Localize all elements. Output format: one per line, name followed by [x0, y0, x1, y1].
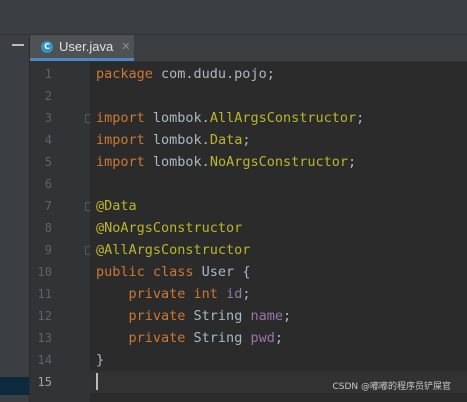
code-line: @AllArgsConstructor — [96, 239, 250, 261]
line-number: 4 — [44, 133, 52, 147]
line-number: 11 — [37, 287, 52, 301]
code-token: @NoArgsConstructor — [96, 220, 243, 236]
line-number: 2 — [44, 89, 52, 103]
line-number: 1 — [44, 67, 52, 81]
code-token: private int — [128, 286, 218, 302]
selected-tree-row[interactable] — [0, 377, 29, 395]
code-line: @Data — [96, 195, 137, 217]
code-token: lombok. — [144, 110, 210, 126]
window-top-bar — [0, 0, 467, 35]
text-caret — [96, 373, 98, 390]
code-token: com.dudu.pojo; — [152, 66, 275, 82]
code-token: ; — [242, 286, 251, 302]
code-line: public class User { — [96, 261, 250, 283]
code-token: pwd — [250, 330, 275, 346]
line-number: 10 — [37, 265, 52, 279]
line-number: 13 — [37, 331, 52, 345]
line-number: 12 — [37, 309, 52, 323]
line-number: 14 — [37, 353, 52, 367]
code-token: private — [128, 308, 186, 324]
code-token: ; — [347, 154, 357, 170]
tab-user-java[interactable]: C User.java ✕ — [30, 35, 134, 61]
code-token: @Data — [96, 198, 137, 214]
tool-window-strip — [0, 35, 30, 402]
line-number: 7 — [44, 199, 52, 213]
code-token: NoArgsConstructor — [209, 154, 348, 170]
code-token: Data — [209, 132, 243, 148]
code-token: name — [250, 308, 283, 324]
code-token: import — [96, 132, 145, 148]
code-line: import lombok.Data; — [96, 129, 250, 151]
code-line: import lombok.NoArgsConstructor; — [96, 151, 356, 173]
code-token: lombok. — [144, 154, 210, 170]
close-icon[interactable]: ✕ — [121, 40, 130, 53]
line-number: 3 — [44, 111, 52, 125]
line-number: 6 — [44, 177, 52, 191]
code-token: ; — [356, 110, 365, 126]
code-line: private String name; — [96, 305, 292, 327]
code-line: private String pwd; — [96, 327, 283, 349]
code-token: package — [96, 66, 153, 82]
code-token: String — [185, 330, 251, 346]
code-token: User { — [193, 264, 251, 280]
code-token: } — [96, 352, 105, 368]
code-line: private int id; — [96, 283, 251, 305]
code-editor[interactable]: package com.dudu.pojo; import lombok.AllA… — [90, 62, 467, 402]
editor-tab-bar: C User.java ✕ — [30, 35, 467, 62]
line-number-gutter[interactable]: 1 2 3 4 5 6 7 8 9 10 11 12 13 14 15 — [30, 62, 92, 402]
code-line: import lombok.AllArgsConstructor; — [96, 107, 364, 129]
minimize-icon[interactable] — [12, 44, 24, 46]
code-token: ; — [282, 308, 292, 324]
code-token: String — [185, 308, 251, 324]
line-number: 9 — [44, 243, 52, 257]
tab-label: User.java — [59, 39, 114, 54]
code-token: AllArgsConstructor — [209, 110, 357, 126]
line-number: 5 — [44, 155, 52, 169]
code-token: private — [128, 330, 186, 346]
code-token: import — [96, 110, 145, 126]
code-token: @AllArgsConstructor — [96, 242, 251, 258]
code-token: ; — [242, 132, 251, 148]
code-line: } — [96, 349, 104, 371]
code-line: @NoArgsConstructor — [96, 217, 242, 239]
line-number: 8 — [44, 221, 52, 235]
code-token: import — [96, 154, 145, 170]
code-token: ; — [274, 330, 283, 346]
watermark: CSDN @嘟嘟的程序员铲屎官 — [332, 382, 451, 392]
java-class-icon: C — [41, 40, 53, 53]
code-token: id — [226, 286, 243, 302]
code-token: lombok. — [144, 132, 210, 148]
code-token: public class — [96, 264, 194, 280]
code-line: package com.dudu.pojo; — [96, 63, 275, 85]
line-number: 15 — [37, 375, 52, 389]
